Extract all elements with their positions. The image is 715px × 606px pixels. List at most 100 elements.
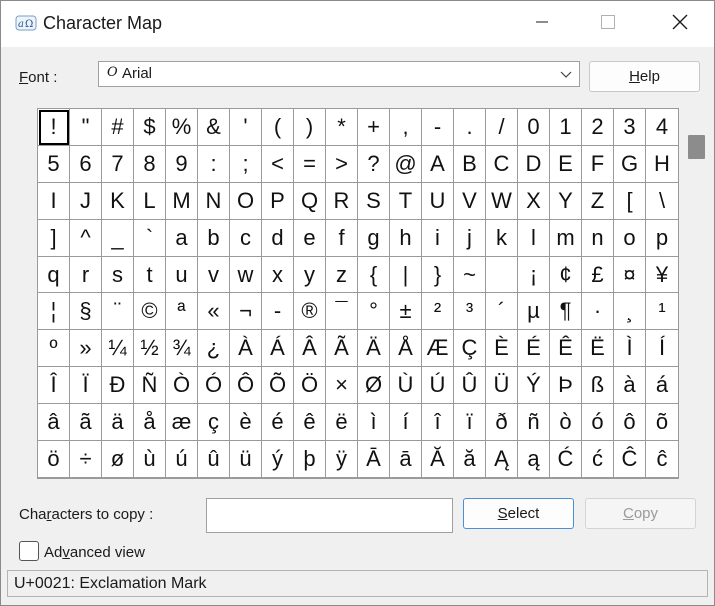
character-cell[interactable]: r <box>70 256 102 294</box>
character-cell[interactable]: á <box>646 367 678 405</box>
character-cell[interactable]: ã <box>70 404 102 442</box>
character-cell[interactable]: ¾ <box>166 330 198 368</box>
character-cell[interactable]: Ç <box>454 330 486 368</box>
character-cell[interactable]: Z <box>582 182 614 220</box>
character-cell[interactable]: Ê <box>550 330 582 368</box>
character-cell[interactable]: / <box>486 109 518 146</box>
character-cell[interactable]: X <box>518 182 550 220</box>
copy-button[interactable]: Copy <box>585 498 696 529</box>
character-cell[interactable]: õ <box>646 404 678 442</box>
character-cell[interactable]: ¸ <box>614 293 646 331</box>
character-cell[interactable]: v <box>198 256 230 294</box>
character-cell[interactable]: ë <box>326 404 358 442</box>
font-dropdown[interactable]: O Arial <box>98 61 580 87</box>
character-cell[interactable]: @ <box>390 145 422 183</box>
character-cell[interactable]: · <box>582 293 614 331</box>
character-cell[interactable]: ~ <box>454 256 486 294</box>
close-button[interactable] <box>657 1 703 47</box>
character-cell[interactable]: t <box>134 256 166 294</box>
character-cell[interactable]: À <box>230 330 262 368</box>
character-cell[interactable]: c <box>230 219 262 257</box>
character-cell[interactable]: ³ <box>454 293 486 331</box>
character-cell[interactable]: Î <box>38 367 70 405</box>
character-cell[interactable]: I <box>38 182 70 220</box>
character-cell[interactable]: ý <box>262 441 294 478</box>
character-cell[interactable]: B <box>454 145 486 183</box>
character-cell[interactable]: Ò <box>166 367 198 405</box>
character-cell[interactable]: £ <box>582 256 614 294</box>
grid-scrollbar[interactable] <box>680 108 710 479</box>
character-cell[interactable]: G <box>614 145 646 183</box>
character-cell[interactable]: í <box>390 404 422 442</box>
character-cell[interactable]: % <box>166 109 198 146</box>
character-cell[interactable]: Ă <box>422 441 454 478</box>
character-cell[interactable]: ¥ <box>646 257 678 294</box>
character-cell[interactable]: ; <box>230 145 262 183</box>
character-cell[interactable]: Ð <box>102 367 134 405</box>
character-cell[interactable]: Ą <box>486 441 518 478</box>
character-cell[interactable]: b <box>198 219 230 257</box>
character-cell[interactable]: ó <box>582 404 614 442</box>
character-cell[interactable]: É <box>518 330 550 368</box>
character-cell[interactable]: 4 <box>646 109 678 146</box>
character-cell[interactable]: ½ <box>134 330 166 368</box>
title-bar[interactable]: a Ω Character Map <box>1 1 714 47</box>
character-cell[interactable]: < <box>262 145 294 183</box>
characters-to-copy-field[interactable] <box>206 498 453 533</box>
character-cell[interactable]: ĉ <box>646 441 678 478</box>
character-cell[interactable]: o <box>614 219 646 257</box>
character-cell[interactable]: Õ <box>262 367 294 405</box>
character-cell[interactable]: ÿ <box>326 441 358 478</box>
character-cell[interactable]: Ó <box>198 367 230 405</box>
character-cell[interactable]: Ì <box>614 330 646 368</box>
character-cell[interactable]: 6 <box>70 145 102 183</box>
character-cell[interactable]: = <box>294 145 326 183</box>
character-cell[interactable]: Q <box>294 182 326 220</box>
character-cell[interactable]: ´ <box>486 293 518 331</box>
character-cell[interactable]: î <box>422 404 454 442</box>
character-cell[interactable]: Ã <box>326 330 358 368</box>
character-cell[interactable]: ¶ <box>550 293 582 331</box>
character-cell[interactable] <box>486 256 518 294</box>
character-cell[interactable]: > <box>326 145 358 183</box>
character-cell[interactable]: + <box>358 109 390 146</box>
character-cell[interactable]: Y <box>550 182 582 220</box>
character-cell[interactable]: d <box>262 219 294 257</box>
character-cell[interactable]: m <box>550 219 582 257</box>
character-cell[interactable]: × <box>326 367 358 405</box>
help-button[interactable]: Help <box>589 61 700 92</box>
character-cell[interactable]: ä <box>102 404 134 442</box>
character-cell[interactable]: Ý <box>518 367 550 405</box>
character-cell[interactable]: â <box>38 404 70 442</box>
character-cell[interactable]: A <box>422 145 454 183</box>
character-cell[interactable]: Â <box>294 330 326 368</box>
character-cell[interactable]: Ñ <box>134 367 166 405</box>
character-cell[interactable]: W <box>486 182 518 220</box>
character-cell[interactable]: þ <box>294 441 326 478</box>
character-cell[interactable]: ° <box>358 293 390 331</box>
character-cell[interactable]: u <box>166 256 198 294</box>
character-cell[interactable]: ¯ <box>326 293 358 331</box>
character-cell[interactable]: f <box>326 219 358 257</box>
character-cell[interactable]: ¤ <box>614 256 646 294</box>
character-cell[interactable]: 9 <box>166 145 198 183</box>
scrollbar-thumb[interactable] <box>688 135 705 159</box>
character-cell[interactable]: ® <box>294 293 326 331</box>
character-cell[interactable]: © <box>134 293 166 331</box>
character-cell[interactable]: ê <box>294 404 326 442</box>
character-cell[interactable]: N <box>198 182 230 220</box>
character-cell[interactable]: , <box>390 109 422 146</box>
character-cell[interactable]: J <box>70 182 102 220</box>
character-cell[interactable]: Û <box>454 367 486 405</box>
character-cell[interactable]: _ <box>102 219 134 257</box>
character-cell[interactable]: l <box>518 219 550 257</box>
character-cell[interactable]: j <box>454 219 486 257</box>
character-cell[interactable]: - <box>262 293 294 331</box>
character-cell[interactable]: g <box>358 219 390 257</box>
character-cell[interactable]: å <box>134 404 166 442</box>
character-cell[interactable]: ÷ <box>70 441 102 478</box>
character-cell[interactable]: z <box>326 256 358 294</box>
character-cell[interactable]: ! <box>38 109 70 146</box>
character-cell[interactable]: ' <box>230 109 262 146</box>
character-cell[interactable]: ¦ <box>38 293 70 331</box>
